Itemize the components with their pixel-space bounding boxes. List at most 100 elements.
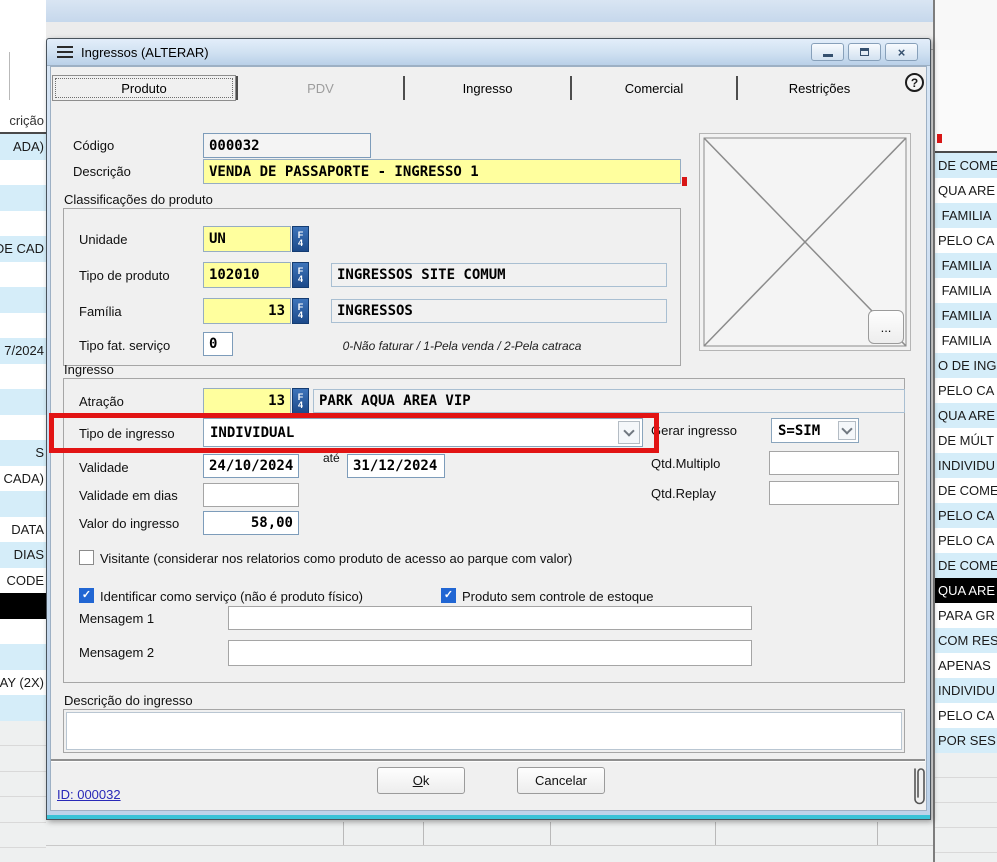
validade-de-field[interactable]: 24/10/2024 — [203, 454, 299, 478]
atracao-field[interactable]: 13 — [203, 388, 291, 414]
table-row: CODE — [0, 568, 46, 594]
table-row — [0, 313, 46, 339]
tipo-produto-value: 102010 — [209, 267, 260, 283]
help-icon[interactable]: ? — [905, 73, 924, 92]
tab-ingresso[interactable]: Ingresso — [405, 75, 570, 101]
table-row — [0, 389, 46, 415]
codigo-field[interactable]: 000032 — [203, 133, 371, 158]
tipo-ingresso-value: INDIVIDUAL — [204, 425, 616, 441]
descricao-field[interactable]: VENDA DE PASSAPORTE - INGRESSO 1 — [203, 159, 681, 184]
product-image-box: ... — [699, 133, 911, 351]
image-browse-label: ... — [881, 320, 892, 335]
table-row — [935, 853, 997, 862]
validade-ate-field[interactable]: 31/12/2024 — [347, 454, 445, 478]
image-browse-button[interactable]: ... — [868, 310, 904, 344]
gerar-ingresso-select[interactable]: S=SIM — [771, 418, 859, 443]
close-icon: × — [898, 46, 906, 59]
tab-restricoes[interactable]: Restrições — [738, 75, 901, 101]
tab-label: Ingresso — [463, 81, 513, 96]
tipo-ingresso-select[interactable]: INDIVIDUAL — [203, 418, 643, 447]
tab-label: PDV — [307, 81, 334, 96]
minimize-button[interactable] — [811, 43, 844, 61]
tipo-produto-field[interactable]: 102010 — [203, 262, 291, 288]
table-row: POR SES — [935, 728, 997, 753]
table-row: PELO CA — [935, 228, 997, 253]
table-row: O DE ING — [935, 353, 997, 378]
estoque-checkbox-label: Produto sem controle de estoque — [462, 589, 654, 604]
table-row — [0, 644, 46, 670]
table-row — [0, 364, 46, 390]
unidade-field[interactable]: UN — [203, 226, 291, 252]
validade-ate-label: até — [323, 451, 340, 465]
tab-pdv[interactable]: PDV — [238, 75, 403, 101]
screen: crição ADA)DE CAD7/2024SCADA)DATADIASCOD… — [0, 0, 997, 862]
grid-line — [46, 845, 933, 846]
tipo-produto-f4-lookup-button[interactable]: F4 — [292, 262, 309, 288]
estoque-checkbox[interactable]: ✓ — [441, 588, 456, 603]
dialog-title: Ingressos (ALTERAR) — [81, 45, 209, 60]
validade-dias-field[interactable] — [203, 483, 299, 507]
restore-button[interactable] — [848, 43, 881, 61]
tab-comercial[interactable]: Comercial — [572, 75, 736, 101]
close-button[interactable]: × — [885, 43, 918, 61]
dialog-ingressos: Ingressos (ALTERAR) × Produto PDV Ingres… — [46, 38, 931, 820]
cancel-button[interactable]: Cancelar — [517, 767, 605, 794]
table-row — [0, 823, 46, 849]
qtd-multiplo-field[interactable] — [769, 451, 899, 475]
servico-checkbox-label: Identificar como serviço (não é produto … — [100, 589, 363, 604]
descricao-value: VENDA DE PASSAPORTE - INGRESSO 1 — [209, 164, 479, 180]
background-top-gradient — [0, 0, 997, 22]
familia-field[interactable]: 13 — [203, 298, 291, 324]
table-row — [935, 828, 997, 853]
validade-de-value: 24/10/2024 — [209, 458, 293, 474]
tipo-fat-value: 0 — [209, 336, 217, 352]
table-row: PELO CA — [935, 528, 997, 553]
table-row: AY (2X) — [0, 670, 46, 696]
mensagem2-field[interactable] — [228, 640, 752, 666]
qtd-multiplo-label: Qtd.Multiplo — [651, 456, 720, 471]
mensagem1-field[interactable] — [228, 606, 752, 630]
chevron-down-icon[interactable] — [838, 421, 856, 440]
table-row: ADA) — [0, 134, 46, 160]
qtd-replay-field[interactable] — [769, 481, 899, 505]
dialog-titlebar[interactable]: Ingressos (ALTERAR) × — [47, 39, 930, 66]
tipo-produto-label: Tipo de produto — [79, 268, 170, 283]
descricao-ingresso-textarea[interactable] — [66, 712, 902, 750]
valor-ingresso-field[interactable]: 58,00 — [203, 511, 299, 535]
table-row — [0, 185, 46, 211]
atracao-f4-lookup-button[interactable]: F4 — [292, 388, 309, 414]
visitante-checkbox[interactable]: ✓ — [79, 550, 94, 565]
help-glyph: ? — [911, 76, 918, 90]
atracao-label: Atração — [79, 394, 124, 409]
chevron-down-icon[interactable] — [618, 421, 640, 444]
table-row: DE COME — [935, 553, 997, 578]
table-row — [0, 593, 46, 619]
tipo-produto-desc-field: INGRESSOS SITE COMUM — [331, 263, 667, 287]
table-row — [0, 772, 46, 798]
validade-ate-value: 31/12/2024 — [353, 458, 437, 474]
menu-icon[interactable] — [57, 46, 73, 58]
unidade-f4-lookup-button[interactable]: F4 — [292, 226, 309, 252]
table-row — [935, 803, 997, 828]
ok-button[interactable]: Ok — [377, 767, 465, 794]
table-row: QUA ARE — [935, 178, 997, 203]
f4-label: 4 — [298, 275, 303, 283]
group-descricao-ingresso — [63, 709, 905, 753]
table-row: PARA GR — [935, 603, 997, 628]
tipo-fat-field[interactable]: 0 — [203, 332, 233, 356]
atracao-value: 13 — [268, 393, 285, 409]
f4-label: 4 — [298, 311, 303, 319]
red-marker — [937, 134, 942, 143]
minimize-icon — [823, 54, 833, 57]
valor-ingresso-value: 58,00 — [251, 515, 293, 531]
table-row: FAMILIA — [935, 203, 997, 228]
tab-produto[interactable]: Produto — [52, 75, 236, 101]
check-icon: ✓ — [444, 590, 453, 601]
familia-f4-lookup-button[interactable]: F4 — [292, 298, 309, 324]
table-row — [0, 211, 46, 237]
paperclip-icon[interactable] — [909, 763, 929, 811]
table-row: INDIVIDU — [935, 678, 997, 703]
servico-checkbox[interactable]: ✓ — [79, 588, 94, 603]
record-id-link[interactable]: ID: 000032 — [57, 787, 121, 802]
table-row: FAMILIA — [935, 303, 997, 328]
